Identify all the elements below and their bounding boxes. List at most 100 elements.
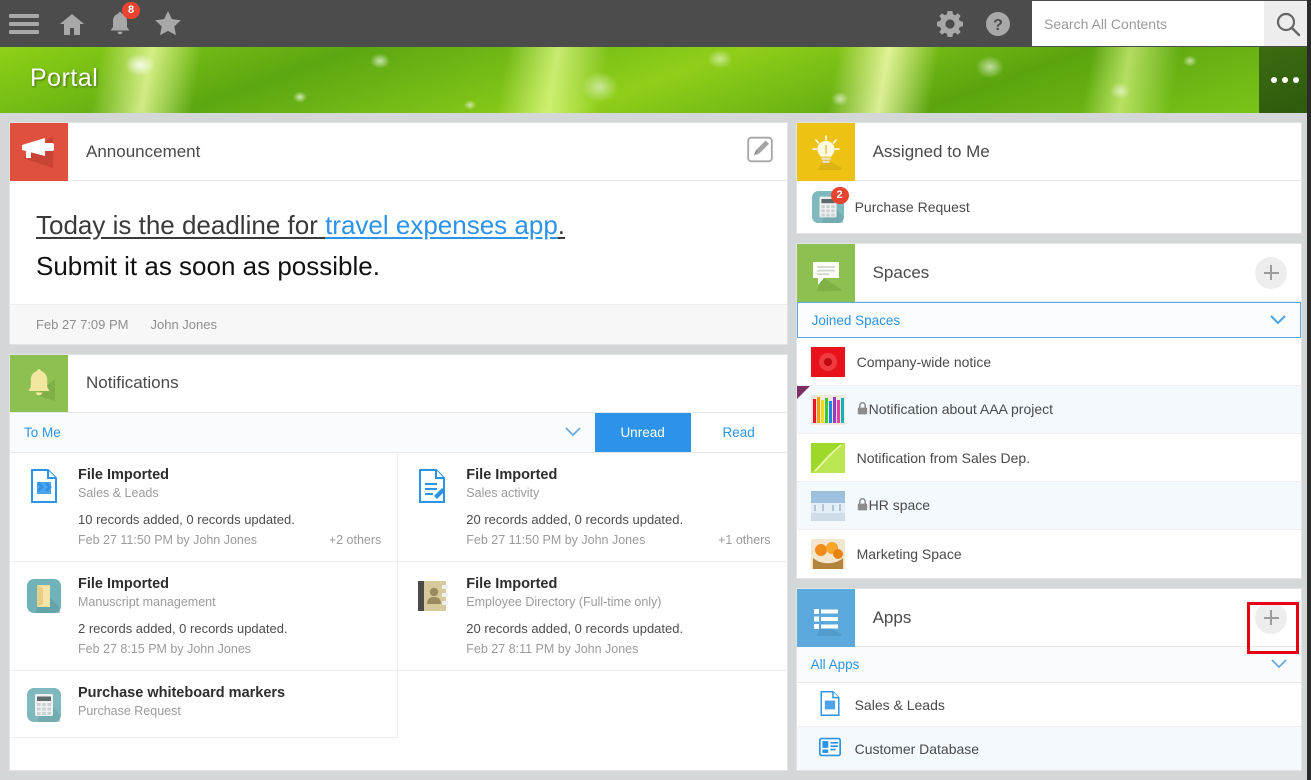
portal-content: Announcement Today is the deadline for t… bbox=[0, 113, 1311, 780]
space-row[interactable]: Marketing Space bbox=[797, 530, 1301, 578]
notification-body: Purchase whiteboard markers Purchase Req… bbox=[78, 685, 381, 723]
magnifier-icon bbox=[1276, 12, 1300, 36]
favorites-button[interactable] bbox=[144, 0, 192, 47]
notifications-scope-dropdown[interactable]: To Me bbox=[10, 413, 595, 452]
colored-pencils-thumb bbox=[810, 394, 845, 425]
apps-filter-dropdown[interactable]: All Apps bbox=[796, 647, 1301, 683]
banner-overflow-button[interactable] bbox=[1259, 47, 1311, 113]
notification-others bbox=[367, 642, 381, 656]
search-field-container[interactable] bbox=[1032, 1, 1264, 46]
notification-others: +2 others bbox=[328, 532, 382, 547]
megaphone-icon bbox=[10, 122, 68, 181]
gear-icon bbox=[937, 10, 963, 37]
notification-timestamp: Feb 27 11:50 PM by John Jones bbox=[466, 532, 646, 547]
right-column: Assigned to Me 2 Purchase Request Spaces… bbox=[795, 122, 1302, 771]
address-book-icon bbox=[412, 576, 452, 656]
notification-item[interactable]: Purchase whiteboard markers Purchase Req… bbox=[10, 670, 399, 738]
settings-button[interactable] bbox=[926, 0, 974, 47]
notification-source: Manuscript management bbox=[78, 594, 216, 609]
app-row[interactable]: Sales & Leads bbox=[796, 683, 1301, 727]
notification-others bbox=[757, 642, 771, 656]
plus-icon bbox=[1255, 256, 1287, 289]
file-app-blue-icon bbox=[819, 690, 841, 719]
announcement-line1-prefix: Today is the deadline for bbox=[36, 210, 326, 240]
red-flower-thumb bbox=[810, 346, 845, 377]
notification-meta: Feb 27 11:50 PM by John Jones +2 others bbox=[78, 533, 381, 547]
notification-title: File Imported bbox=[466, 466, 558, 483]
announcement-card: Announcement Today is the deadline for t… bbox=[9, 122, 788, 345]
announcement-edit-button[interactable] bbox=[746, 136, 773, 167]
notifications-filter-row: To Me Unread Read bbox=[10, 412, 787, 453]
notification-body: File Imported Manuscript management 2 re… bbox=[78, 576, 381, 656]
announcement-date: Feb 27 7:09 PM bbox=[36, 316, 129, 332]
notification-title: File Imported bbox=[466, 575, 558, 592]
ellipsis-icon bbox=[1271, 77, 1299, 83]
notifications-list: File Imported Sales & Leads 10 records a… bbox=[10, 452, 787, 738]
tab-read[interactable]: Read bbox=[690, 412, 787, 452]
notifications-header: Notifications bbox=[10, 354, 787, 413]
spaces-filter-dropdown[interactable]: Joined Spaces bbox=[796, 302, 1301, 338]
search-input[interactable] bbox=[1044, 15, 1252, 32]
space-row[interactable]: Notification from Sales Dep. bbox=[796, 434, 1301, 482]
list-blue-icon bbox=[796, 589, 855, 647]
notifications-scope-label: To Me bbox=[24, 424, 61, 440]
banner-background-image bbox=[0, 47, 1259, 113]
plus-icon bbox=[1255, 601, 1287, 634]
menu-button[interactable] bbox=[0, 0, 48, 47]
notification-title: File Imported bbox=[78, 575, 170, 592]
green-leaf-thumb bbox=[810, 442, 845, 473]
spaces-card: Spaces Joined Spaces Company-wide notice bbox=[795, 243, 1302, 579]
folder-teal-icon bbox=[24, 576, 64, 656]
notification-badge: 8 bbox=[122, 2, 140, 19]
notification-item[interactable]: File Imported Sales & Leads 10 records a… bbox=[10, 452, 399, 562]
notifications-button[interactable]: 8 bbox=[96, 0, 144, 47]
topbar-right-group: ? bbox=[926, 0, 1311, 47]
notification-item[interactable]: File Imported Manuscript management 2 re… bbox=[10, 561, 399, 671]
spaces-add-button[interactable] bbox=[1255, 256, 1287, 289]
announcement-author: John Jones bbox=[150, 316, 218, 332]
notification-timestamp: Feb 27 8:15 PM by John Jones bbox=[78, 641, 252, 656]
notification-body: File Imported Sales activity 20 records … bbox=[466, 467, 770, 547]
announcement-line1-suffix: . bbox=[557, 210, 566, 240]
tab-unread[interactable]: Unread bbox=[594, 412, 691, 452]
search-button[interactable] bbox=[1264, 1, 1311, 46]
flag-corner-marker bbox=[796, 386, 810, 399]
file-edit-blue-icon bbox=[412, 467, 452, 547]
oranges-basket-thumb bbox=[810, 539, 845, 569]
notification-source: Purchase Request bbox=[78, 703, 181, 718]
apps-header: Apps bbox=[796, 589, 1301, 647]
notification-description: 10 records added, 0 records updated. bbox=[78, 511, 295, 527]
space-row[interactable]: Company-wide notice bbox=[796, 338, 1301, 386]
space-label-group: Notification about AAA project bbox=[857, 401, 1053, 418]
id-card-blue-icon bbox=[818, 737, 841, 760]
notification-description: 20 records added, 0 records updated. bbox=[466, 620, 684, 636]
notification-meta: Feb 27 11:50 PM by John Jones +1 others bbox=[466, 533, 770, 547]
notification-body: File Imported Employee Directory (Full-t… bbox=[466, 576, 770, 656]
notification-item[interactable]: File Imported Sales activity 20 records … bbox=[398, 453, 787, 562]
space-label-group: HR space bbox=[857, 497, 930, 514]
help-button[interactable]: ? bbox=[974, 0, 1022, 47]
notification-body: File Imported Sales & Leads 10 records a… bbox=[78, 467, 381, 547]
home-button[interactable] bbox=[48, 0, 96, 47]
left-column: Announcement Today is the deadline for t… bbox=[9, 122, 788, 771]
hamburger-icon bbox=[9, 10, 39, 38]
spaces-header: Spaces bbox=[796, 243, 1301, 302]
apps-add-button[interactable] bbox=[1255, 601, 1287, 634]
space-row[interactable]: HR space bbox=[796, 482, 1301, 530]
assigned-item-purchase-request[interactable]: 2 Purchase Request bbox=[797, 181, 1301, 233]
calculator-teal-icon: 2 bbox=[811, 187, 849, 224]
space-label: Notification about AAA project bbox=[868, 401, 1054, 417]
chevron-down-icon bbox=[1271, 657, 1287, 672]
assigned-title: Assigned to Me bbox=[872, 141, 990, 161]
notification-item[interactable]: File Imported Employee Directory (Full-t… bbox=[398, 562, 787, 671]
snow-landscape-thumb bbox=[810, 490, 845, 521]
app-row[interactable]: Customer Database bbox=[796, 727, 1301, 770]
chevron-down-icon bbox=[564, 425, 581, 440]
help-icon: ? bbox=[986, 11, 1010, 36]
notification-timestamp: Feb 27 8:11 PM by John Jones bbox=[466, 641, 639, 656]
space-row[interactable]: Notification about AAA project bbox=[796, 386, 1301, 434]
notification-description: 2 records added, 0 records updated. bbox=[78, 620, 288, 636]
spaces-title: Spaces bbox=[872, 262, 930, 282]
travel-expenses-app-link[interactable]: travel expenses app bbox=[325, 210, 558, 240]
apps-filter-label: All Apps bbox=[810, 657, 860, 672]
